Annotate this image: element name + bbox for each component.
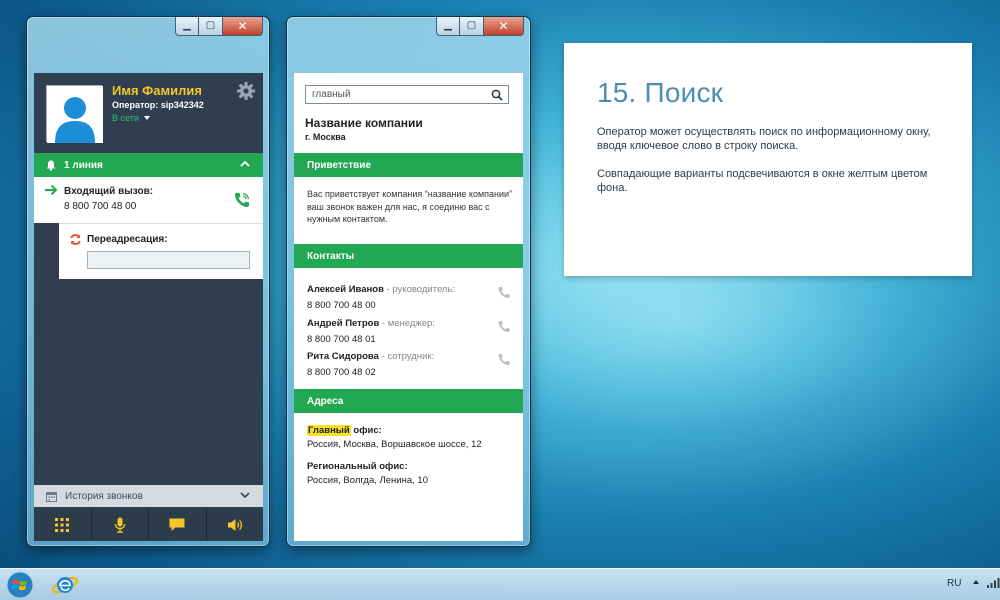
speaker-icon	[227, 519, 242, 531]
close-button[interactable]: ✕	[484, 17, 524, 36]
refresh-icon	[70, 234, 81, 245]
address-item: Главный офис: Россия, Москва, Воршавское…	[307, 425, 517, 450]
speaker-button[interactable]	[207, 509, 264, 541]
status-label: В сети	[112, 113, 139, 123]
line-label: 1 линия	[64, 159, 103, 171]
contacts-header: Контакты	[294, 244, 523, 268]
contact-role: - менеджер:	[379, 318, 435, 329]
user-avatar-icon	[47, 86, 103, 143]
minimize-icon: ▁	[183, 20, 191, 31]
info-window: ▁ ▢ ✕ Название компании г. Москва Привет…	[286, 16, 531, 547]
contact-phone: 8 800 700 48 02	[307, 367, 376, 378]
phone-answer-icon[interactable]	[233, 191, 251, 209]
phone-icon[interactable]	[497, 353, 511, 367]
slide-paragraph: Оператор может осуществлять поиск по инф…	[597, 126, 931, 152]
keypad-button[interactable]	[34, 509, 92, 541]
address-line: Россия, Москва, Воршавское шоссе, 12	[307, 439, 482, 450]
chevron-down-icon	[240, 492, 250, 499]
maximize-button[interactable]: ▢	[199, 17, 223, 36]
phone-icon[interactable]	[497, 286, 511, 300]
caret-down-icon	[144, 116, 151, 120]
microphone-button[interactable]	[92, 509, 149, 541]
contact-item: Алексей Иванов - руководитель: 8 800 700…	[307, 279, 517, 311]
redirect-label: Переадресация:	[87, 234, 168, 245]
incoming-number: 8 800 700 48 00	[64, 201, 137, 212]
company-city: г. Москва	[305, 132, 346, 142]
address-title: Региональный офис:	[307, 461, 408, 472]
window-controls: ▁ ▢ ✕	[175, 17, 263, 36]
calendar-icon	[46, 491, 57, 502]
user-name: Имя Фамилия	[112, 83, 202, 98]
operator-id: Оператор: sip342342	[112, 100, 204, 110]
minimize-icon: ▁	[444, 20, 452, 31]
greeting-text: Вас приветствует компания “название комп…	[307, 189, 513, 224]
keypad-icon	[55, 518, 70, 532]
bell-icon	[46, 160, 56, 171]
user-header: Имя Фамилия Оператор: sip342342 В сети	[34, 73, 263, 153]
phone-icon[interactable]	[497, 320, 511, 334]
phone-toolbar	[34, 509, 263, 541]
settings-button[interactable]	[236, 81, 256, 106]
avatar	[46, 85, 103, 143]
arrow-right-icon	[45, 184, 58, 196]
contact-item: Андрей Петров - менеджер: 8 800 700 48 0…	[307, 313, 517, 345]
line-header[interactable]: 1 линия	[34, 153, 263, 177]
contact-role: - сотрудник:	[378, 351, 435, 362]
contact-name: Рита Сидорова	[307, 351, 379, 362]
tray-arrow-icon[interactable]	[972, 578, 980, 586]
chat-button[interactable]	[149, 509, 207, 541]
search-icon[interactable]	[491, 89, 503, 101]
minimize-button[interactable]: ▁	[175, 17, 199, 36]
phone-app: Имя Фамилия Оператор: sip342342 В сети 1…	[34, 73, 263, 541]
call-history-label: История звонков	[65, 490, 143, 502]
window-controls: ▁ ▢ ✕	[436, 17, 524, 36]
addresses-header: Адреса	[294, 389, 523, 413]
gear-icon	[237, 82, 255, 100]
status-dropdown[interactable]: В сети	[112, 113, 151, 123]
taskbar: RU	[0, 568, 1000, 600]
contact-phone: 8 800 700 48 00	[307, 300, 376, 311]
microphone-icon	[114, 517, 125, 533]
company-name: Название компании	[305, 116, 423, 130]
phone-window: ▁ ▢ ✕ Имя Фамилия Оператор: sip342342 В …	[26, 16, 270, 547]
minimize-button[interactable]: ▁	[436, 17, 460, 36]
chat-icon	[169, 518, 185, 531]
greeting-header: Приветствие	[294, 153, 523, 177]
search-input[interactable]	[306, 86, 486, 103]
redirect-panel: Переадресация:	[59, 223, 263, 279]
contact-name: Алексей Иванов	[307, 284, 384, 295]
address-title: офис:	[350, 425, 382, 436]
contact-item: Рита Сидорова - сотрудник: 8 800 700 48 …	[307, 346, 517, 378]
contact-name: Андрей Петров	[307, 318, 380, 329]
tutorial-panel: 15. Поиск Оператор может осуществлять по…	[564, 43, 972, 276]
close-icon: ✕	[498, 19, 509, 33]
search-highlight: Главный	[307, 425, 351, 436]
chevron-up-icon	[240, 160, 250, 167]
incoming-title: Входящий вызов:	[64, 186, 154, 197]
close-icon: ✕	[237, 19, 248, 33]
internet-explorer-icon[interactable]	[50, 572, 80, 598]
incoming-call: Входящий вызов: 8 800 700 48 00	[34, 177, 263, 223]
info-panel: Название компании г. Москва Приветствие …	[294, 73, 523, 541]
search-box	[305, 85, 509, 104]
slide-title: 15. Поиск	[597, 77, 724, 108]
address-item: Региональный офис: Россия, Волгда, Ленин…	[307, 461, 517, 486]
address-line: Россия, Волгда, Ленина, 10	[307, 475, 428, 486]
call-history-bar[interactable]: История звонков	[34, 485, 263, 507]
close-button[interactable]: ✕	[223, 17, 263, 36]
contact-role: - руководитель:	[383, 284, 456, 295]
contact-phone: 8 800 700 48 01	[307, 334, 376, 345]
language-indicator[interactable]: RU	[947, 578, 961, 589]
maximize-icon: ▢	[466, 20, 477, 31]
maximize-icon: ▢	[205, 20, 216, 31]
maximize-button[interactable]: ▢	[460, 17, 484, 36]
network-icon[interactable]	[986, 577, 1000, 589]
redirect-input[interactable]	[87, 251, 250, 269]
slide-paragraph: Совпадающие варианты подсвечиваются в ок…	[597, 168, 928, 194]
windows-start-icon[interactable]	[4, 571, 36, 599]
